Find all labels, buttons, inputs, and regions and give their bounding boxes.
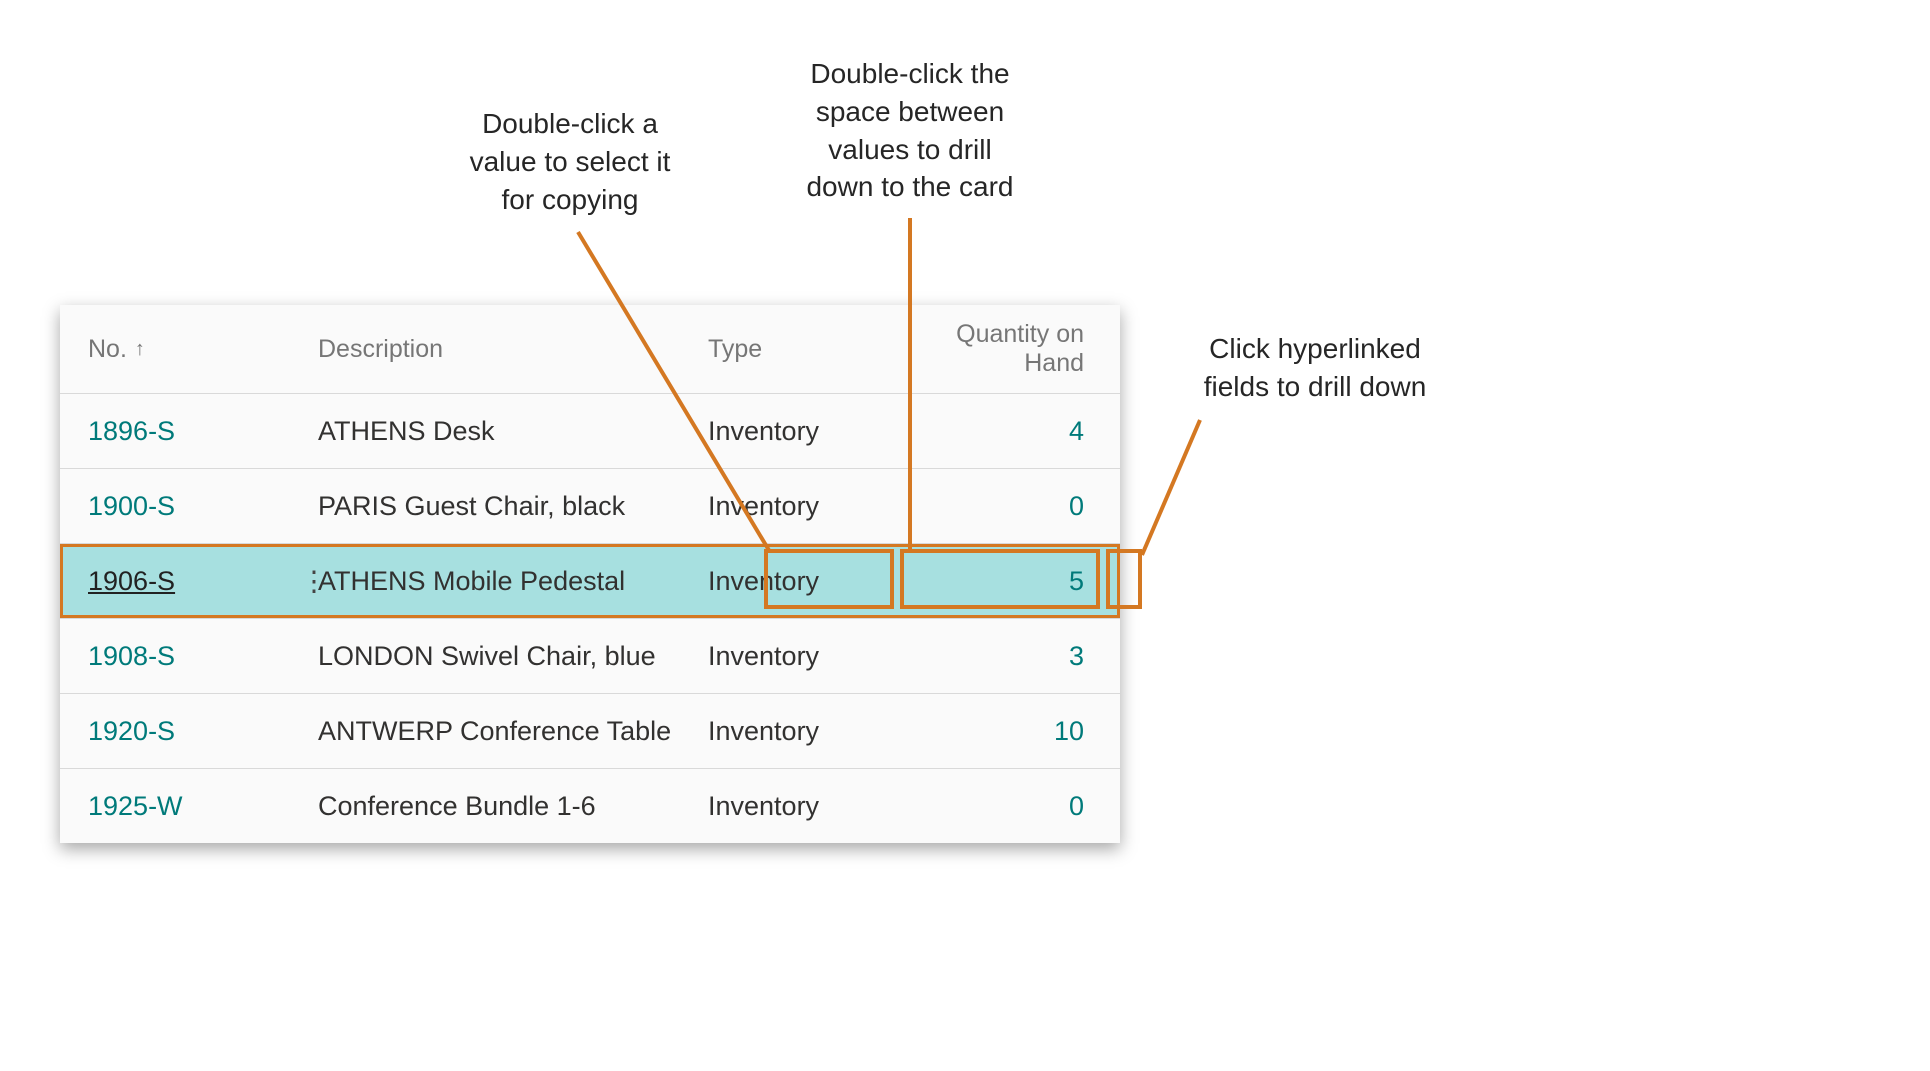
table-header-row: No. ↑ Description Type Quantity on Hand (60, 305, 1120, 394)
item-description[interactable]: ATHENS Desk (318, 416, 708, 447)
item-no-link[interactable]: 1900-S (88, 491, 175, 522)
callout-drillspace: Double-click thespace betweenvalues to d… (770, 55, 1050, 206)
column-header-type[interactable]: Type (708, 335, 918, 364)
row-actions-menu-icon[interactable]: ⋮ (300, 565, 328, 598)
sort-ascending-icon: ↑ (135, 338, 145, 361)
items-table: No. ↑ Description Type Quantity on Hand … (60, 305, 1120, 843)
item-description[interactable]: Conference Bundle 1-6 (318, 791, 708, 822)
callout-hyperlink: Click hyperlinkedfields to drill down (1170, 330, 1460, 406)
item-no-link[interactable]: 1906-S (88, 566, 175, 597)
column-header-qty[interactable]: Quantity on Hand (918, 320, 1092, 378)
table-row[interactable]: 1920-S ANTWERP Conference Table Inventor… (60, 694, 1120, 769)
item-qty-link[interactable]: 0 (1069, 791, 1084, 821)
item-qty-link[interactable]: 4 (1069, 416, 1084, 446)
item-type[interactable]: Inventory (708, 416, 918, 447)
item-description[interactable]: ANTWERP Conference Table (318, 716, 708, 747)
item-no-link[interactable]: 1908-S (88, 641, 175, 672)
item-type[interactable]: Inventory (708, 716, 918, 747)
table-row[interactable]: 1908-S LONDON Swivel Chair, blue Invento… (60, 619, 1120, 694)
item-description[interactable]: PARIS Guest Chair, black (318, 491, 708, 522)
item-qty-link[interactable]: 0 (1069, 491, 1084, 521)
item-qty-link[interactable]: 3 (1069, 641, 1084, 671)
column-header-no-label: No. (88, 335, 127, 364)
table-row-selected[interactable]: 1906-S ⋮ ATHENS Mobile Pedestal Inventor… (60, 544, 1120, 619)
item-description[interactable]: LONDON Swivel Chair, blue (318, 641, 708, 672)
item-type[interactable]: Inventory (708, 491, 918, 522)
item-no-link[interactable]: 1920-S (88, 716, 175, 747)
item-qty-link[interactable]: 5 (1069, 566, 1084, 596)
item-type[interactable]: Inventory (708, 641, 918, 672)
item-type[interactable]: Inventory (708, 566, 918, 597)
column-header-no[interactable]: No. ↑ (88, 335, 318, 364)
column-header-description[interactable]: Description (318, 335, 708, 364)
item-no-link[interactable]: 1896-S (88, 416, 175, 447)
item-description[interactable]: ATHENS Mobile Pedestal (318, 566, 708, 597)
item-no-link[interactable]: 1925-W (88, 791, 183, 822)
table-row[interactable]: 1925-W Conference Bundle 1-6 Inventory 0 (60, 769, 1120, 843)
table-row[interactable]: 1900-S PARIS Guest Chair, black Inventor… (60, 469, 1120, 544)
item-type[interactable]: Inventory (708, 791, 918, 822)
table-row[interactable]: 1896-S ATHENS Desk Inventory 4 (60, 394, 1120, 469)
callout-copy: Double-click avalue to select itfor copy… (430, 105, 710, 218)
item-qty-link[interactable]: 10 (1054, 716, 1084, 746)
